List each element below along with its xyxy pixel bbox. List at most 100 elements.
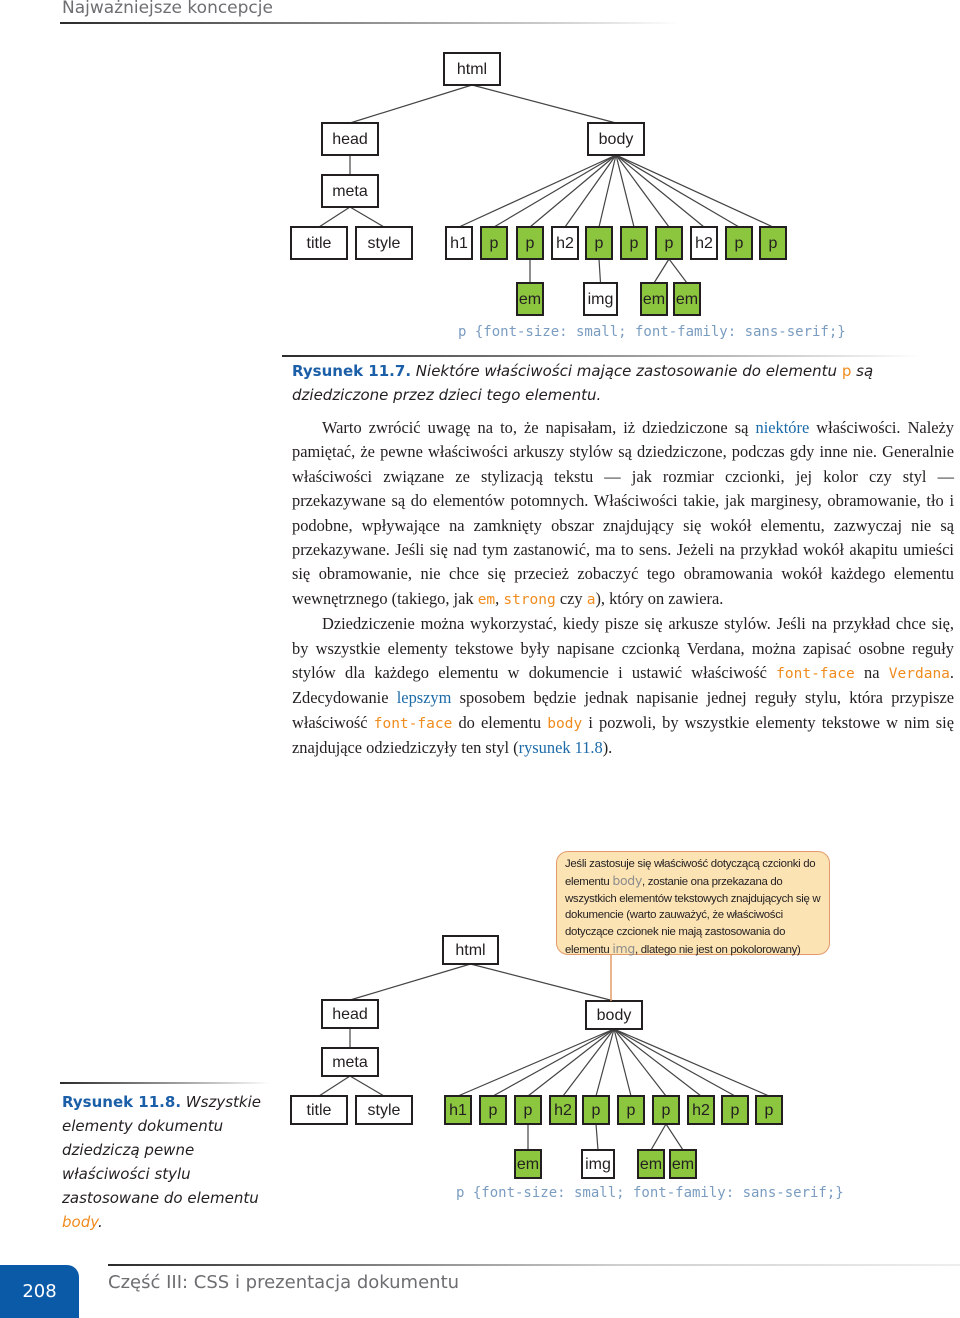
tree-node-em: em	[637, 1149, 665, 1179]
code-strong: strong	[503, 591, 556, 608]
tree-edge-c7-g3	[653, 258, 670, 284]
tree-edge-body-c2	[493, 154, 617, 228]
running-head: Najważniejsze koncepcje	[62, 0, 273, 18]
node-label: p	[731, 1102, 740, 1119]
tree-node-h1: h1	[444, 1095, 472, 1125]
tree-node-p: p	[480, 226, 508, 260]
node-label: img	[585, 1156, 611, 1173]
tree-node-p: p	[582, 1095, 610, 1125]
node-label: h1	[450, 235, 468, 252]
node-label: em	[643, 291, 665, 308]
link-niektore[interactable]: niektóre	[756, 418, 810, 437]
tree-node-h1: h1	[445, 226, 473, 260]
node-label: p	[665, 235, 674, 252]
tree-edge-body-c10	[615, 154, 774, 228]
tree-edge-body-c5	[595, 1028, 615, 1097]
tree-node-p: p	[759, 226, 787, 260]
link-rysunek-11-8[interactable]: rysunek 11.8	[519, 738, 603, 757]
node-label: html	[455, 942, 485, 959]
caption-rule	[282, 355, 922, 357]
node-label: body	[599, 131, 634, 148]
code-p: p	[841, 362, 852, 380]
tree-node-p: p	[617, 1095, 645, 1125]
tree-node-p: p	[620, 226, 648, 260]
css-rule-code: p {font-size: small; font-family: sans-s…	[458, 324, 846, 340]
tree-node-p: p	[516, 226, 544, 260]
tree-node-title: title	[290, 226, 348, 260]
node-label: p	[592, 1102, 601, 1119]
node-label: title	[307, 1102, 332, 1119]
caption-label: Rysunek 11.8.	[62, 1093, 182, 1111]
code-font-face-2: font-face	[373, 715, 453, 732]
node-label: p	[524, 1102, 533, 1119]
node-label: p	[595, 235, 604, 252]
node-label: img	[588, 291, 614, 308]
node-label: p	[630, 235, 639, 252]
tree-edge-body-c1	[458, 154, 617, 228]
tree-edge-html-body	[470, 963, 615, 1002]
tree-node-p: p	[479, 1095, 507, 1125]
code-font-face: font-face	[776, 666, 855, 683]
caption-rule-2	[60, 1082, 270, 1084]
node-label: h2	[692, 1102, 710, 1119]
tree-edge-meta-style	[349, 1075, 385, 1097]
tree-node-head: head	[321, 999, 379, 1029]
css-rule-code: p {font-size: small; font-family: sans-s…	[456, 1185, 844, 1201]
node-label: meta	[332, 183, 368, 200]
node-label: h2	[556, 235, 574, 252]
tree-node-h2: h2	[549, 1095, 577, 1125]
node-label: p	[769, 235, 778, 252]
node-label: style	[368, 1102, 401, 1119]
node-label: em	[676, 291, 698, 308]
tree-node-em: em	[673, 282, 701, 316]
tree-node-style: style	[355, 226, 413, 260]
code-body: body	[62, 1213, 98, 1231]
tree-edge-c7-g4	[668, 258, 688, 284]
node-label: em	[519, 291, 541, 308]
tree-edge-c7-g4	[665, 1123, 684, 1151]
node-label: h1	[449, 1102, 467, 1119]
figure-11-7-tree: html head meta title style body h1 p p h2 p p p h2 p p e…	[290, 52, 846, 340]
tree-edge-meta-style	[349, 206, 385, 228]
node-label: h2	[554, 1102, 572, 1119]
tree-node-img: img	[583, 282, 618, 316]
node-label: title	[307, 235, 332, 252]
node-label: meta	[332, 1054, 368, 1071]
paragraph-1: Warto zwrócić uwagę na to, że napisałam,…	[292, 418, 954, 608]
node-label: p	[489, 1102, 498, 1119]
tree-edge-body-c6	[615, 154, 635, 228]
tree-node-html: html	[443, 52, 501, 86]
node-label: p	[526, 235, 535, 252]
tree-node-meta: meta	[321, 174, 379, 208]
page-number: 208	[0, 1265, 79, 1318]
tree-edge-body-c9	[613, 1028, 736, 1097]
tree-node-style: style	[355, 1095, 413, 1125]
node-label: em	[517, 1156, 539, 1173]
link-lepszym[interactable]: lepszym	[397, 688, 452, 707]
code-img: img	[612, 940, 636, 956]
code-body: body	[547, 715, 583, 732]
tree-node-p: p	[725, 226, 753, 260]
tree-edge-body-c10	[613, 1028, 770, 1097]
tree-node-title: title	[290, 1095, 348, 1125]
caption-label: Rysunek 11.7.	[292, 362, 412, 380]
tree-node-p: p	[721, 1095, 749, 1125]
tree-edge-meta-title	[318, 1075, 351, 1097]
node-label: p	[765, 1102, 774, 1119]
tree-node-body: body	[585, 1000, 643, 1030]
tree-node-h2: h2	[690, 226, 718, 260]
node-label: em	[640, 1156, 662, 1173]
node-label: p	[627, 1102, 636, 1119]
code-verdana: Verdana	[888, 666, 950, 683]
tree-node-img: img	[581, 1149, 615, 1179]
tree-edge-html-head	[349, 84, 473, 124]
tree-node-h2: h2	[687, 1095, 715, 1125]
code-em: em	[477, 591, 496, 608]
tree-edge-c7-g3	[650, 1123, 667, 1151]
node-label: p	[662, 1102, 671, 1119]
node-label: style	[368, 235, 401, 252]
tree-node-p: p	[652, 1095, 680, 1125]
body-text: Warto zwrócić uwagę na to, że napisałam,…	[292, 416, 954, 761]
tree-node-em: em	[669, 1149, 697, 1179]
code-body: body	[612, 872, 643, 888]
